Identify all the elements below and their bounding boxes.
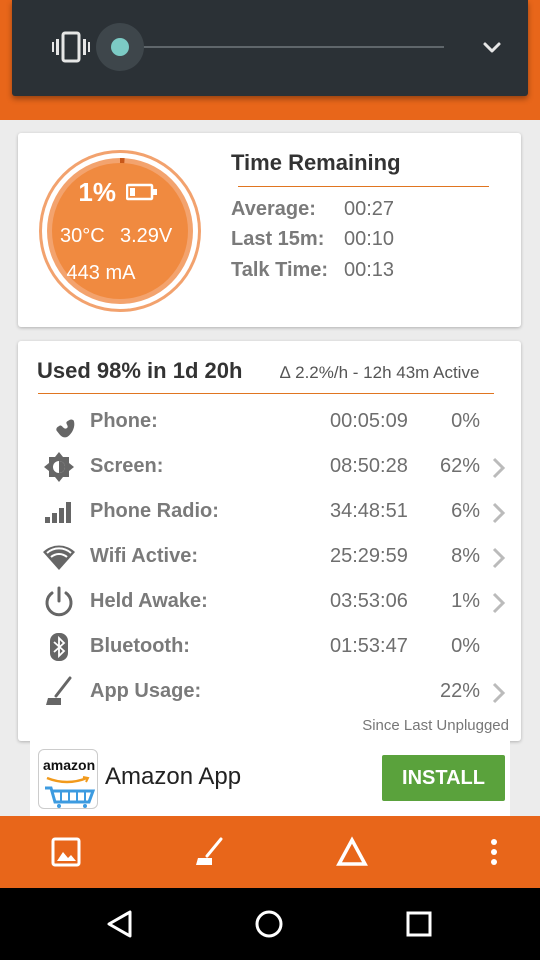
- usage-row-label: Bluetooth:: [90, 635, 190, 657]
- volume-slider-thumb[interactable]: [111, 38, 129, 56]
- usage-row-percent: 1%: [451, 590, 480, 612]
- usage-row-time: 00:05:09: [330, 410, 408, 432]
- time-remaining-value: 00:13: [344, 259, 395, 281]
- broom-icon: [46, 676, 72, 705]
- phone-icon: [56, 419, 75, 438]
- usage-row-label: App Usage:: [90, 680, 202, 702]
- usage-row-label: Phone Radio:: [90, 500, 219, 522]
- time-remaining-label: Talk Time:: [231, 259, 329, 281]
- chevron-right-icon[interactable]: [490, 681, 508, 705]
- usage-row-label: Wifi Active:: [90, 545, 198, 567]
- usage-row-label: Phone:: [90, 410, 158, 432]
- install-button[interactable]: INSTALL: [382, 755, 505, 801]
- usage-rate: ∆ 2.2%/h - 12h 43m Active: [280, 363, 480, 382]
- usage-row-time: 03:53:06: [330, 590, 408, 612]
- ad-title: Amazon App: [105, 763, 242, 790]
- amazon-app-logo: amazon: [38, 749, 98, 809]
- usage-row-held-awake[interactable]: Held Awake: 03:53:06 1%: [18, 581, 521, 625]
- usage-row-percent: 22%: [439, 680, 480, 702]
- usage-row-app-usage[interactable]: App Usage: 22%: [18, 671, 521, 715]
- time-remaining-divider: [238, 186, 489, 187]
- more-vert-icon[interactable]: [478, 836, 510, 868]
- volume-panel: [12, 0, 528, 96]
- time-remaining-value: 00:27: [344, 198, 395, 220]
- usage-row-time: 01:53:47: [330, 635, 408, 657]
- usage-row-phone: Phone: 00:05:09 0%: [18, 401, 521, 445]
- usage-row-time: 25:29:59: [330, 545, 408, 567]
- usage-row-time: 34:48:51: [330, 500, 408, 522]
- chevron-right-icon[interactable]: [490, 546, 508, 570]
- chevron-right-icon[interactable]: [490, 591, 508, 615]
- usage-row-percent: 8%: [451, 545, 480, 567]
- usage-row-percent: 0%: [451, 635, 480, 657]
- time-remaining-title: Time Remaining: [231, 150, 401, 175]
- bluetooth-icon: [50, 633, 68, 661]
- battery-voltage: 3.29V: [120, 225, 173, 247]
- chevron-right-icon[interactable]: [490, 456, 508, 480]
- vibrate-icon[interactable]: [52, 30, 90, 64]
- home-icon[interactable]: [253, 908, 285, 940]
- time-remaining-label: Last 15m:: [231, 228, 325, 250]
- back-icon[interactable]: [104, 908, 136, 940]
- usage-row-percent: 6%: [451, 500, 480, 522]
- usage-divider: [38, 393, 494, 394]
- screen-brightness-icon: [44, 452, 74, 482]
- chevron-down-icon[interactable]: [478, 36, 506, 60]
- amazon-logo-text: amazon: [43, 757, 96, 773]
- usage-row-phone-radio[interactable]: Phone Radio: 34:48:51 6%: [18, 491, 521, 535]
- amazon-smile-icon: [46, 776, 90, 784]
- usage-row-label: Held Awake:: [90, 590, 208, 612]
- wifi-icon: [43, 545, 75, 570]
- bottom-toolbar: [0, 816, 540, 888]
- usage-row-screen[interactable]: Screen: 08:50:28 62%: [18, 446, 521, 490]
- chevron-right-icon[interactable]: [490, 501, 508, 525]
- battery-icon: [126, 183, 157, 201]
- broom-icon[interactable]: [193, 836, 225, 868]
- system-navigation-bar: [0, 888, 540, 960]
- usage-row-wifi[interactable]: Wifi Active: 25:29:59 8%: [18, 536, 521, 580]
- delta-icon[interactable]: [336, 836, 368, 868]
- usage-row-label: Screen:: [90, 455, 164, 477]
- usage-row-bluetooth: Bluetooth: 01:53:47 0%: [18, 626, 521, 670]
- time-remaining-label: Average:: [231, 198, 316, 220]
- battery-percent: 1%: [78, 177, 116, 207]
- image-icon[interactable]: [50, 836, 82, 868]
- battery-current: 443 mA: [66, 262, 136, 284]
- usage-card: Used 98% in 1d 20h ∆ 2.2%/h - 12h 43m Ac…: [18, 341, 521, 741]
- since-last-unplugged-note: Since Last Unplugged: [362, 717, 509, 734]
- volume-slider-track[interactable]: [120, 46, 444, 48]
- ad-banner[interactable]: amazon Amazon App INSTALL: [30, 741, 510, 816]
- recents-icon[interactable]: [403, 908, 435, 940]
- signal-bars-icon: [45, 502, 71, 523]
- usage-row-percent: 62%: [439, 455, 480, 477]
- usage-row-time: 08:50:28: [330, 455, 408, 477]
- time-remaining-value: 00:10: [344, 228, 395, 250]
- usage-title: Used 98% in 1d 20h: [37, 358, 243, 383]
- usage-row-percent: 0%: [451, 410, 480, 432]
- shopping-cart-icon: [45, 786, 95, 808]
- battery-card: 1% 30°C 3.29V 443 mA Time Remaining Aver…: [18, 133, 521, 327]
- power-icon: [45, 586, 73, 617]
- battery-temperature: 30°C: [60, 225, 105, 247]
